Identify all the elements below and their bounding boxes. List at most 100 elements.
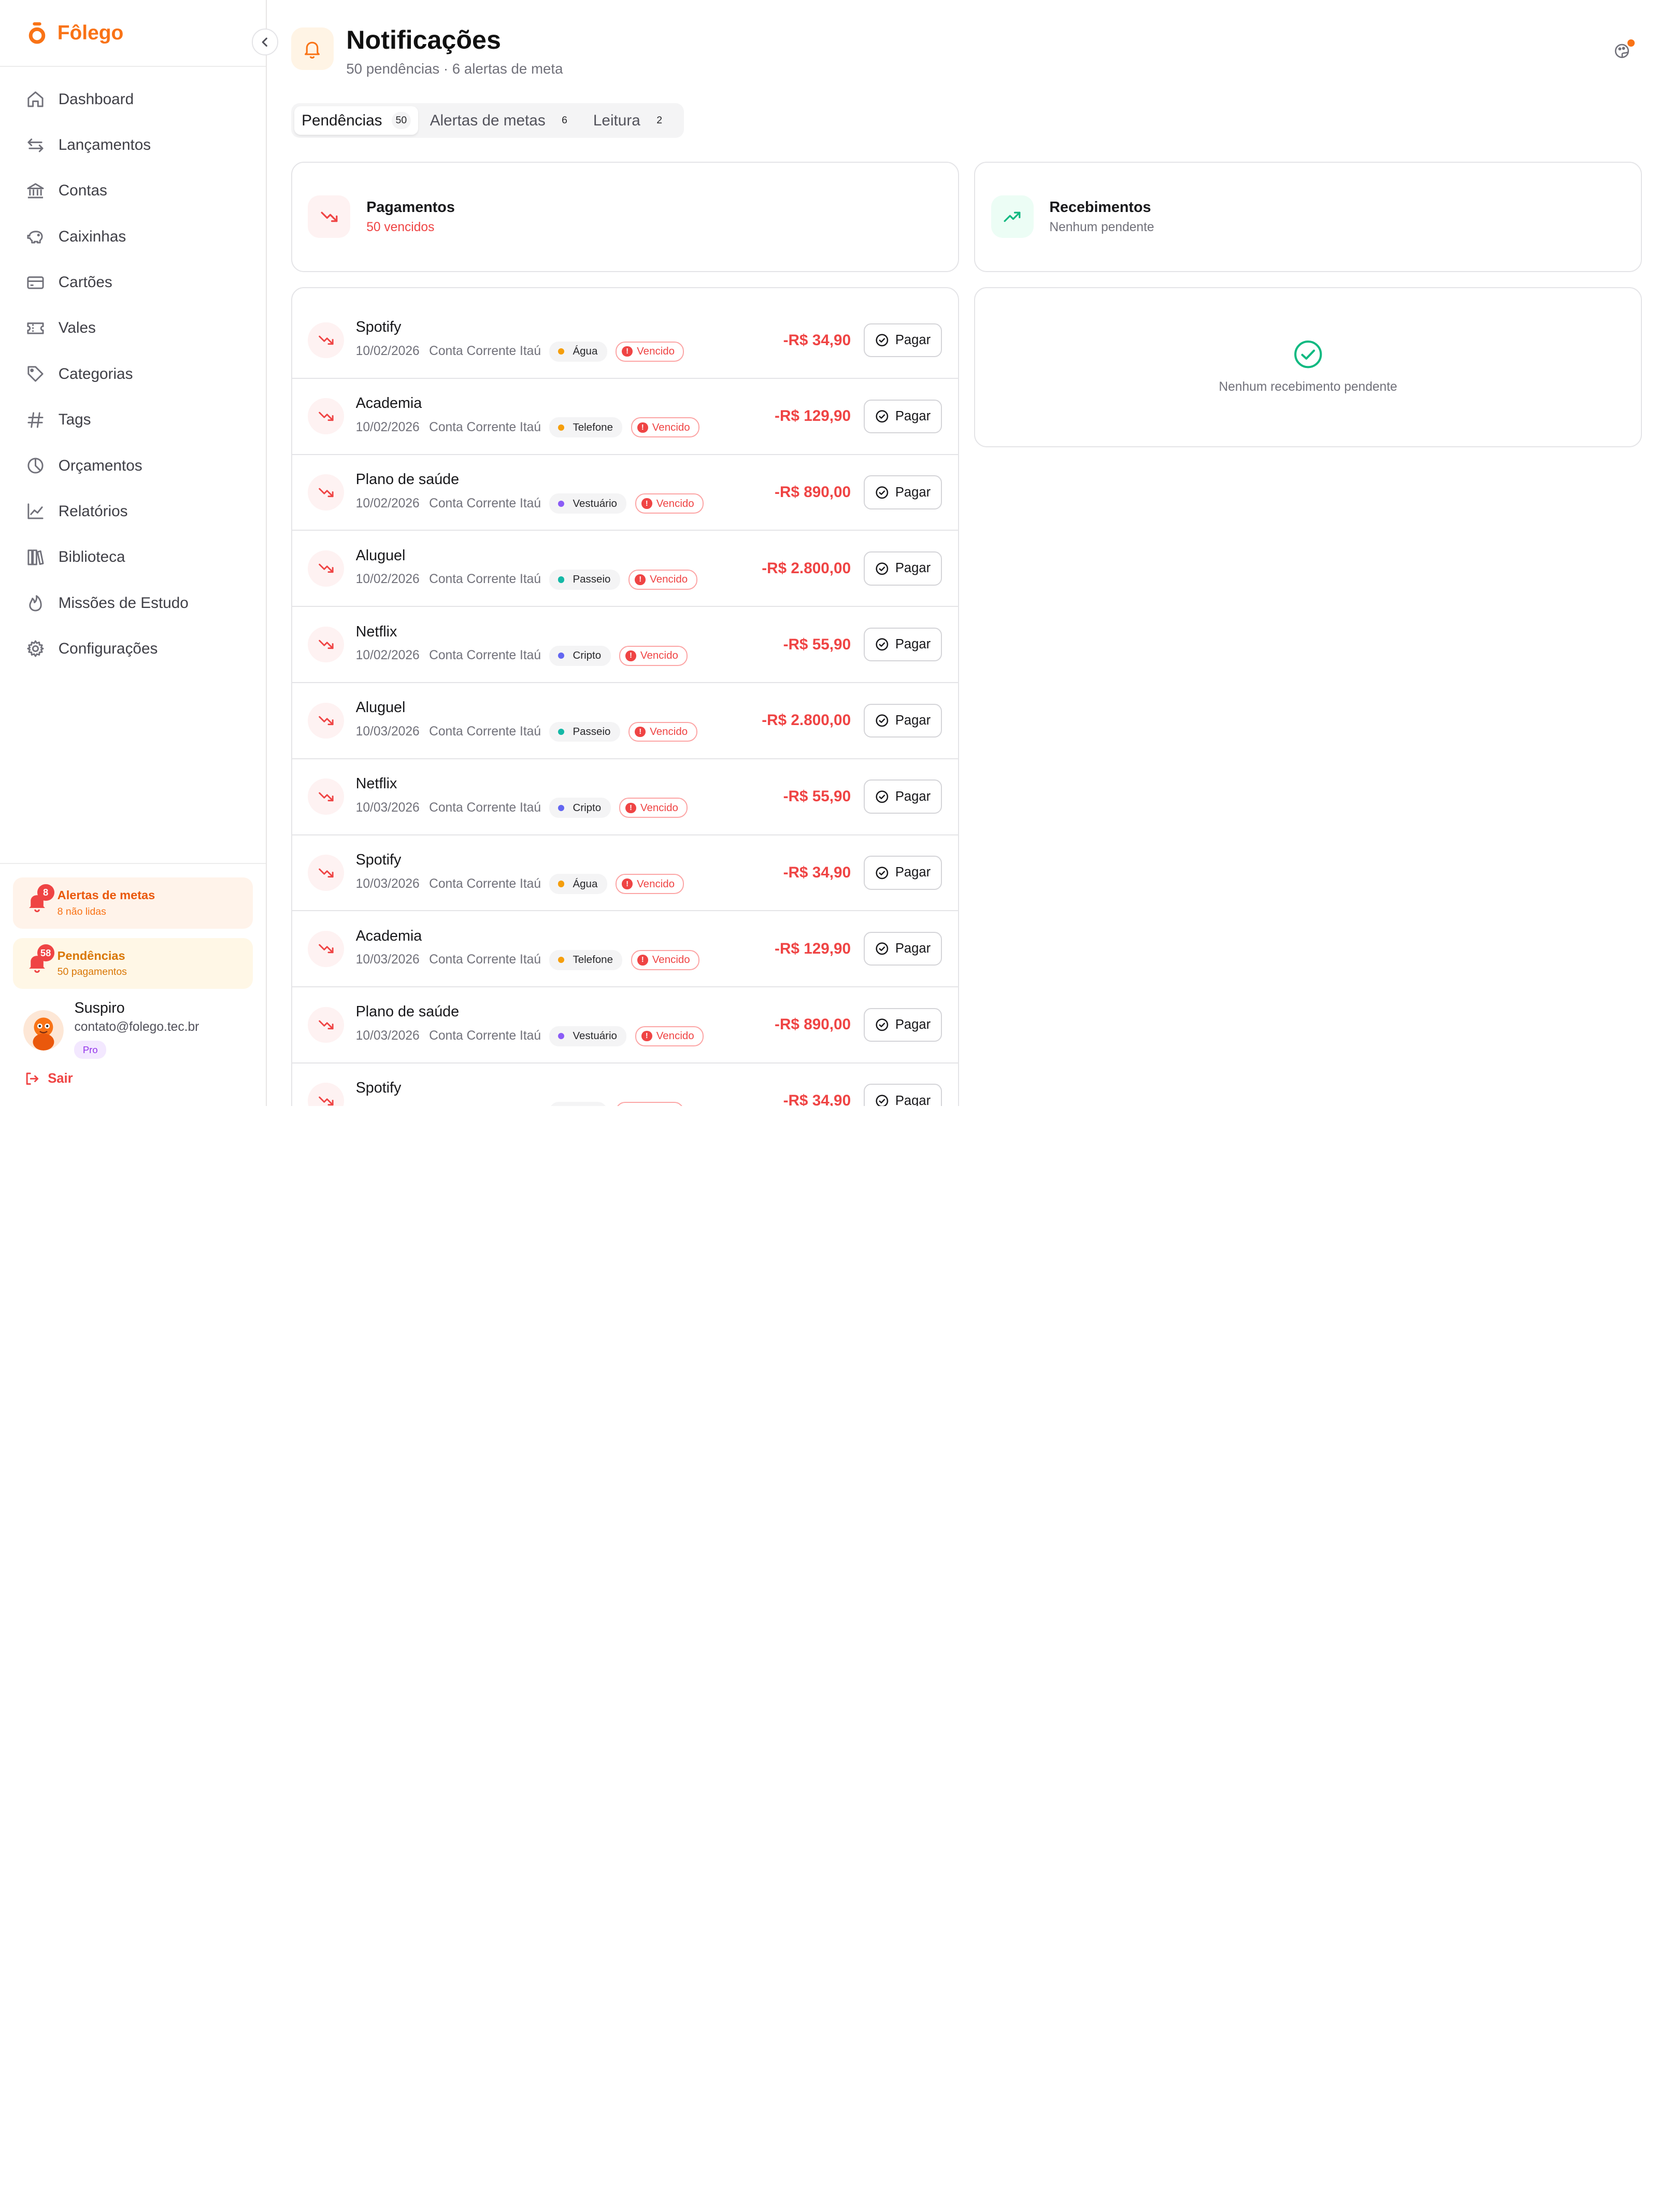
ticket-icon [25,318,46,338]
sidebar-item-configuracoes[interactable]: Configurações [0,626,266,672]
sidebar-item-relatorios[interactable]: Relatórios [0,489,266,534]
pay-button[interactable]: Pagar [864,323,942,358]
payment-account: Conta Corrente Itaú [429,725,541,739]
trending-down-icon [308,398,344,434]
sidebar-item-caixinhas[interactable]: Caixinhas [0,214,266,260]
check-circle-icon [875,409,889,423]
payment-amount: -R$ 55,90 [783,788,851,805]
sidebar-item-dashboard[interactable]: Dashboard [0,77,266,122]
alert-icon: ! [637,955,648,966]
payment-account: Conta Corrente Itaú [429,497,541,511]
payment-meta: 10/02/2026 Conta Corrente Itaú Cripto ! … [356,646,783,666]
overdue-label: Vencido [656,1030,694,1042]
hash-icon [25,410,46,430]
sidebar-item-label: Missões de Estudo [59,594,189,612]
sidebar-item-label: Contas [59,182,107,200]
alert-icon: ! [622,878,633,889]
pay-button[interactable]: Pagar [864,475,942,509]
payment-date: 10/02/2026 [356,420,420,435]
tab-label: Leitura [593,112,640,130]
check-circle-icon [875,1018,889,1032]
category-tag: Água [549,342,607,362]
sidebar-goal-alerts-card[interactable]: 8 Alertas de metas 8 não lidas [13,877,253,928]
category-tag: Telefone [549,950,622,970]
goal-alerts-subtitle: 8 não lidas [58,906,155,918]
sidebar-item-label: Relatórios [59,503,128,520]
user-email: contato@folego.tec.br [74,1020,199,1034]
sidebar-item-cartoes[interactable]: Cartões [0,260,266,305]
overdue-label: Vencido [650,726,688,738]
payment-date: 10/02/2026 [356,344,420,359]
brand[interactable]: Fôlego [0,0,266,67]
pay-button[interactable]: Pagar [864,779,942,814]
sidebar-item-categorias[interactable]: Categorias [0,351,266,397]
payment-info: Spotify 10/02/2026 Conta Corrente Itaú Á… [356,319,783,361]
check-circle-icon [875,714,889,728]
pay-button[interactable]: Pagar [864,856,942,890]
pay-button[interactable]: Pagar [864,551,942,586]
alert-icon: ! [622,346,633,357]
sidebar: Fôlego Dashboard Lançamentos Contas Caix… [0,0,267,1106]
sidebar-item-orcamentos[interactable]: Orçamentos [0,443,266,488]
overdue-badge: ! Vencido [619,798,688,818]
table-row: Plano de saúde 10/03/2026 Conta Corrente… [292,987,958,1064]
pay-button[interactable]: Pagar [864,1008,942,1042]
line-chart-icon [25,501,46,521]
receipts-summary-title: Recebimentos [1049,199,1154,216]
sidebar-item-missoes[interactable]: Missões de Estudo [0,580,266,626]
sidebar-item-contas[interactable]: Contas [0,168,266,214]
receipts-empty-card: Nenhum recebimento pendente [974,287,1642,448]
category-tag: Telefone [549,417,622,437]
flame-icon [25,593,46,613]
trending-down-icon [308,778,344,815]
sidebar-item-lancamentos[interactable]: Lançamentos [0,122,266,168]
category-dot-icon [558,729,564,735]
collapse-sidebar-button[interactable] [252,29,278,55]
sidebar-item-biblioteca[interactable]: Biblioteca [0,534,266,580]
user-profile[interactable]: Suspiro contato@folego.tec.br Pro [13,1000,253,1059]
trending-down-icon [308,322,344,359]
theme-toggle-button[interactable] [1613,42,1633,62]
check-circle-icon [875,866,889,880]
payments-summary-card: Pagamentos 50 vencidos [291,162,959,272]
notification-dot [1627,39,1635,47]
category-label: Passeio [573,573,610,586]
category-dot-icon [558,805,564,811]
pay-button[interactable]: Pagar [864,1084,942,1106]
payments-summary-title: Pagamentos [366,199,455,216]
sidebar-item-label: Dashboard [59,91,134,108]
check-circle-icon [875,942,889,956]
bell-icon [291,27,334,70]
payment-date: 10/03/2026 [356,877,420,891]
payment-info: Aluguel 10/02/2026 Conta Corrente Itaú P… [356,547,762,590]
logout-button[interactable]: Sair [13,1071,253,1086]
payment-account: Conta Corrente Itaú [429,801,541,815]
sidebar-pending-card[interactable]: 58 Pendências 50 pagamentos [13,938,253,989]
category-dot-icon [558,348,564,355]
table-row: Spotify 10/03/2026 Conta Corrente Itaú Á… [292,835,958,912]
table-row: Academia 10/03/2026 Conta Corrente Itaú … [292,911,958,987]
payment-account: Conta Corrente Itaú [429,648,541,663]
sidebar-item-tags[interactable]: Tags [0,397,266,443]
home-icon [25,89,46,109]
tab-label: Pendências [302,112,382,130]
pay-button[interactable]: Pagar [864,400,942,434]
overdue-label: Vencido [656,498,694,510]
category-label: Passeio [573,726,610,738]
pay-button[interactable]: Pagar [864,704,942,738]
pay-button[interactable]: Pagar [864,628,942,662]
tab-alertas-de-metas[interactable]: Alertas de metas 6 [422,106,581,135]
sidebar-item-vales[interactable]: Vales [0,305,266,351]
tab-leitura[interactable]: Leitura 2 [586,106,677,135]
pay-button-label: Pagar [895,409,931,424]
overdue-badge: ! Vencido [619,646,688,666]
chevron-left-icon [259,36,271,49]
tab-pendencias[interactable]: Pendências 50 [294,106,418,135]
table-row: Netflix 10/02/2026 Conta Corrente Itaú C… [292,607,958,683]
payment-meta: 10/02/2026 Conta Corrente Itaú Telefone … [356,417,775,437]
payment-date: 10/02/2026 [356,648,420,663]
payment-amount: -R$ 2.800,00 [762,560,851,577]
pay-button[interactable]: Pagar [864,932,942,966]
goal-alerts-title: Alertas de metas [58,888,155,902]
overdue-label: Vencido [640,649,678,662]
